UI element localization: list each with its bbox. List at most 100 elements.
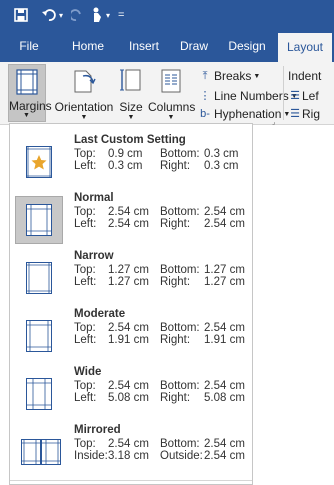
hyphenation-icon: b- bbox=[200, 108, 210, 120]
option-label: Top: bbox=[74, 148, 96, 160]
option-label: Bottom: bbox=[160, 438, 200, 450]
line-numbers-label: Line Numbers bbox=[214, 89, 289, 103]
tab-draw[interactable]: Draw bbox=[177, 30, 211, 62]
customize-toolbar-icon[interactable]: = bbox=[118, 9, 124, 21]
option-name: Normal bbox=[74, 192, 114, 204]
option-label: Bottom: bbox=[160, 206, 200, 218]
moderate-margin-icon bbox=[15, 312, 63, 360]
ribbon-layout-panel: Margins ▼ Orientation ▼ Size ▼ Columns ▼… bbox=[0, 62, 334, 126]
option-label: Top: bbox=[74, 380, 96, 392]
touch-mode-icon[interactable] bbox=[91, 7, 103, 23]
option-label: Left: bbox=[74, 218, 97, 230]
margin-option-last-custom[interactable]: Last Custom Setting Top: 0.9 cm Bottom: … bbox=[10, 134, 252, 194]
chevron-down-icon: ▼ bbox=[127, 114, 135, 121]
option-label: Left: bbox=[74, 276, 97, 288]
columns-label: Columns bbox=[148, 100, 196, 114]
option-value: 1.27 cm bbox=[204, 264, 245, 276]
option-label: Top: bbox=[74, 206, 96, 218]
option-name: Mirrored bbox=[74, 424, 121, 436]
option-label: Top: bbox=[74, 438, 96, 450]
option-value: 2.54 cm bbox=[108, 438, 149, 450]
chevron-down-icon[interactable]: ▾ bbox=[106, 11, 110, 20]
chevron-down-icon: ▼ bbox=[80, 114, 88, 121]
size-button[interactable]: Size ▼ bbox=[117, 64, 145, 122]
option-value: 2.54 cm bbox=[108, 206, 149, 218]
option-label: Inside: bbox=[74, 450, 108, 462]
indent-label: Indent bbox=[288, 69, 322, 83]
option-value: 1.27 cm bbox=[108, 264, 149, 276]
narrow-margin-icon bbox=[15, 254, 63, 302]
indent-right-icon: ☰ bbox=[290, 108, 300, 120]
chevron-down-icon: ▼ bbox=[253, 73, 261, 80]
indent-right-label: Rig bbox=[302, 107, 321, 121]
option-label: Right: bbox=[160, 334, 191, 346]
redo-icon bbox=[71, 8, 83, 22]
option-value: 1.27 cm bbox=[108, 276, 149, 288]
option-value: 0.3 cm bbox=[204, 148, 239, 160]
breaks-button[interactable]: ⤒ Breaks ▼ bbox=[196, 68, 261, 85]
margin-option-narrow[interactable]: Narrow Top: 1.27 cm Bottom: 1.27 cm Left… bbox=[10, 250, 252, 310]
tab-home[interactable]: Home bbox=[68, 30, 108, 62]
size-icon bbox=[120, 69, 141, 91]
tab-file[interactable]: File bbox=[12, 30, 46, 62]
margin-option-wide[interactable]: Wide Top: 2.54 cm Bottom: 2.54 cm Left: … bbox=[10, 366, 252, 426]
last-custom-margin-icon bbox=[15, 138, 63, 186]
margins-icon bbox=[16, 69, 38, 95]
margin-option-normal[interactable]: Normal Top: 2.54 cm Bottom: 2.54 cm Left… bbox=[10, 192, 252, 252]
option-value: 2.54 cm bbox=[204, 450, 245, 462]
group-divider bbox=[283, 66, 284, 120]
option-value: 5.08 cm bbox=[204, 392, 245, 404]
option-value: 2.54 cm bbox=[108, 218, 149, 230]
option-value: 1.91 cm bbox=[204, 334, 245, 346]
option-value: 0.3 cm bbox=[204, 160, 239, 172]
margins-dropdown: Last Custom Setting Top: 0.9 cm Bottom: … bbox=[9, 123, 253, 485]
chevron-down-icon[interactable]: ▾ bbox=[59, 11, 63, 20]
indent-left-field[interactable]: ☰ Lef bbox=[288, 88, 319, 105]
orientation-button[interactable]: Orientation ▼ bbox=[54, 64, 114, 122]
option-value: 2.54 cm bbox=[204, 218, 245, 230]
margin-option-mirrored[interactable]: Mirrored Top: 2.54 cm Bottom: 2.54 cm In… bbox=[10, 424, 252, 484]
option-value: 0.9 cm bbox=[108, 148, 143, 160]
quick-access-toolbar: ▾ ▾ = bbox=[0, 0, 334, 30]
hyphenation-button[interactable]: b- Hyphenation ▼ bbox=[196, 106, 290, 123]
option-label: Bottom: bbox=[160, 264, 200, 276]
option-label: Left: bbox=[74, 392, 97, 404]
tab-design[interactable]: Design bbox=[226, 30, 268, 62]
option-name: Last Custom Setting bbox=[74, 134, 186, 146]
option-name: Moderate bbox=[74, 308, 126, 320]
breaks-icon: ⤒ bbox=[202, 70, 208, 82]
line-numbers-icon: ⋮ bbox=[199, 90, 211, 102]
columns-button[interactable]: Columns ▼ bbox=[148, 64, 196, 122]
breaks-label: Breaks bbox=[214, 69, 252, 83]
option-label: Bottom: bbox=[160, 380, 200, 392]
size-label: Size bbox=[119, 100, 143, 114]
option-value: 2.54 cm bbox=[108, 322, 149, 334]
option-value: 2.54 cm bbox=[204, 322, 245, 334]
undo-icon[interactable] bbox=[42, 8, 56, 22]
option-value: 0.3 cm bbox=[108, 160, 143, 172]
orientation-label: Orientation bbox=[54, 100, 114, 114]
option-label: Right: bbox=[160, 276, 191, 288]
margin-option-moderate[interactable]: Moderate Top: 2.54 cm Bottom: 2.54 cm Le… bbox=[10, 308, 252, 368]
columns-icon bbox=[161, 69, 181, 93]
indent-right-field[interactable]: ☰ Rig bbox=[288, 106, 320, 123]
tab-insert[interactable]: Insert bbox=[123, 30, 165, 62]
ribbon-tabs: File Home Insert Draw Design Layout bbox=[0, 30, 334, 62]
wide-margin-icon bbox=[15, 370, 63, 418]
option-name: Narrow bbox=[74, 250, 114, 262]
option-value: 3.18 cm bbox=[108, 450, 149, 462]
dialog-launcher-icon[interactable]: ⌟ bbox=[272, 118, 275, 126]
option-value: 1.27 cm bbox=[204, 276, 245, 288]
indent-left-label: Lef bbox=[302, 89, 319, 103]
option-label: Outside: bbox=[160, 450, 203, 462]
save-icon[interactable] bbox=[14, 8, 28, 22]
option-value: 2.54 cm bbox=[204, 438, 245, 450]
option-value: 2.54 cm bbox=[108, 380, 149, 392]
option-name: Wide bbox=[74, 366, 102, 378]
option-label: Right: bbox=[160, 160, 191, 172]
option-label: Bottom: bbox=[160, 148, 200, 160]
margins-label[interactable]: Margins bbox=[9, 98, 52, 115]
tab-layout[interactable]: Layout bbox=[278, 33, 332, 62]
option-label: Top: bbox=[74, 322, 96, 334]
option-label: Left: bbox=[74, 334, 97, 346]
